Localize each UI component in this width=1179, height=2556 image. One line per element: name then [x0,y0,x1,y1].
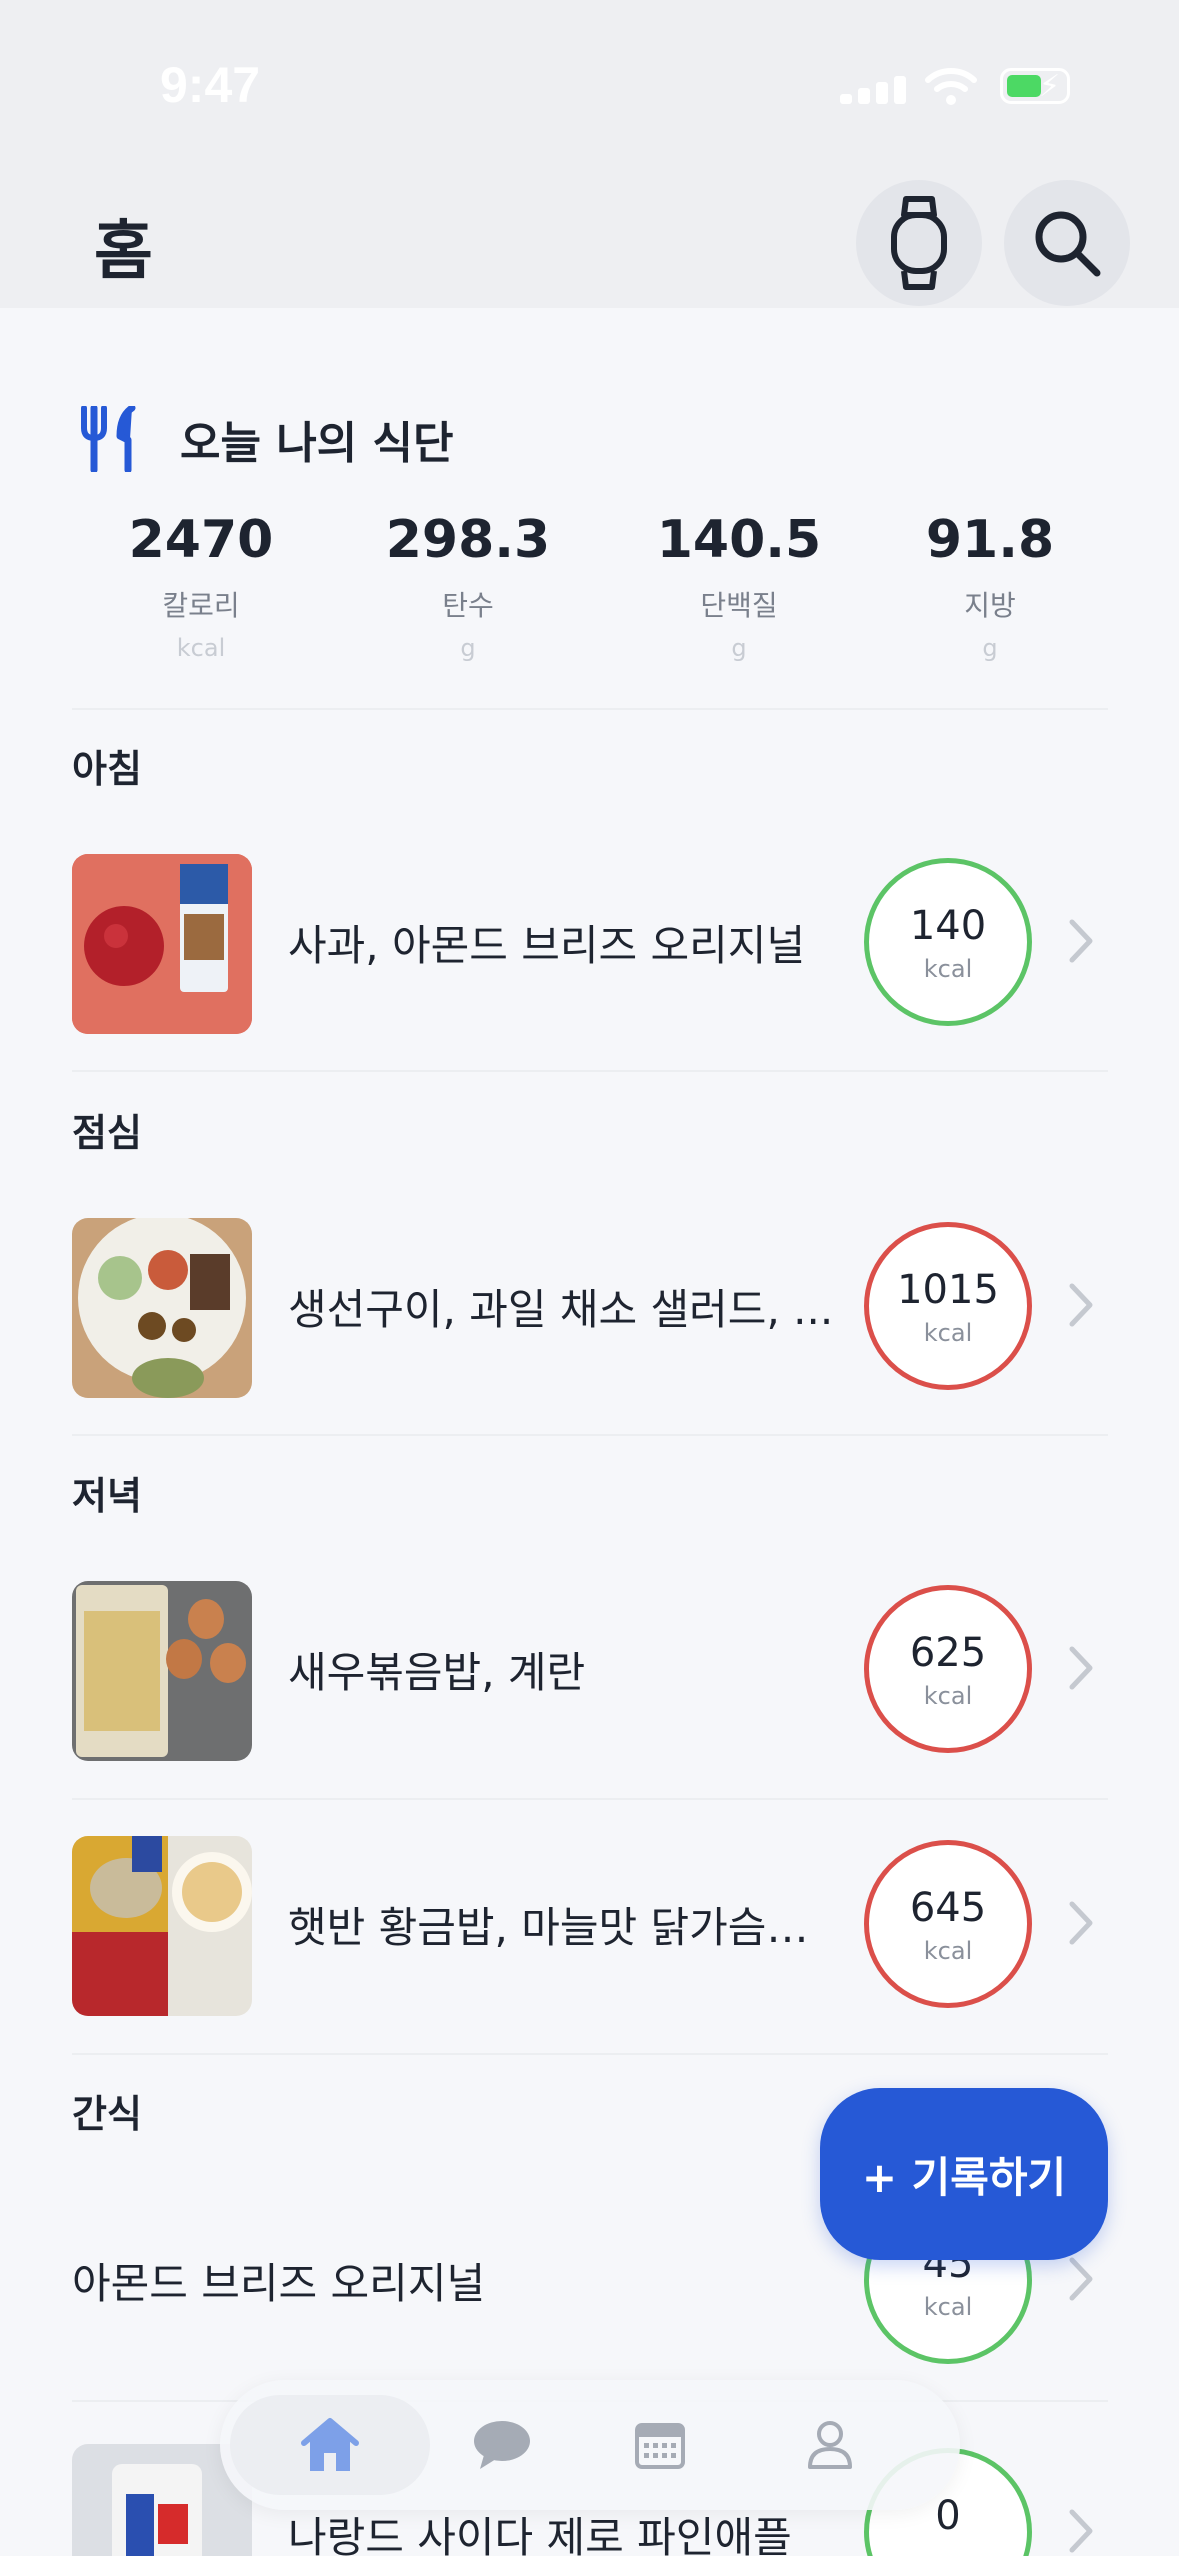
calendar-icon [635,2423,685,2469]
kcal-unit: kcal [923,2293,973,2321]
stat-unit: kcal [176,634,226,662]
divider [72,2053,1108,2055]
meal-heading-dinner: 저녁 [72,1474,142,1518]
meal-name: 사과, 아몬드 브리즈 오리지널 [288,921,806,970]
stat-value: 91.8 [925,510,1055,570]
search-button[interactable] [1004,180,1130,306]
tab-chat[interactable] [452,2395,552,2495]
kcal-ring: 140 kcal [864,858,1032,1026]
meal-photo [72,1836,252,2016]
meal-photo [72,854,252,1034]
summary-header: 오늘 나의 식단 [80,404,454,474]
home-icon [301,2418,359,2471]
meal-row-dinner-1[interactable]: 새우볶음밥, 계란 625 kcal [0,1581,1179,1761]
chevron-right-icon [1069,2257,1093,2301]
summary-title: 오늘 나의 식단 [180,418,454,469]
stat-label: 칼로리 [162,589,240,622]
divider [72,1070,1108,1072]
tab-home[interactable] [230,2395,430,2495]
chevron-right-icon [1069,1283,1093,1327]
chat-icon [474,2421,530,2469]
add-record-button[interactable]: + 기록하기 [820,2088,1108,2260]
divider [72,1434,1108,1436]
kcal-ring: 645 kcal [864,1840,1032,2008]
meal-row-lunch-1[interactable]: 생선구이, 과일 채소 샐러드, ... 1015 kcal [0,1218,1179,1398]
stat-calories: 2470 칼로리 kcal [101,510,301,662]
kcal-ring: 1015 kcal [864,1222,1032,1390]
stat-label: 단백질 [700,589,778,622]
chevron-right-icon [1069,1901,1093,1945]
meal-name: 생선구이, 과일 채소 샐러드, ... [288,1285,834,1334]
utensils-icon [81,406,136,472]
bottom-tab-bar [220,2380,960,2510]
meal-row-dinner-2[interactable]: 햇반 황금밥, 마늘맛 닭가슴… 645 kcal [0,1836,1179,2016]
tab-profile[interactable] [780,2395,880,2495]
meal-row-breakfast-1[interactable]: 사과, 아몬드 브리즈 오리지널 140 kcal [0,854,1179,1034]
top-header: 9:47 ⚡ 홈 [0,0,1179,308]
kcal-value: 140 [909,903,987,949]
divider [72,708,1108,710]
stat-value: 140.5 [656,510,822,570]
stat-label: 탄수 [442,589,494,622]
signal-icon [840,70,906,104]
meal-name: 햇반 황금밥, 마늘맛 닭가슴… [288,1903,809,1952]
chevron-right-icon [1069,919,1093,963]
meal-heading-snack: 간식 [72,2092,142,2136]
stat-carbs: 298.3 탄수 g [368,510,568,662]
wifi-icon [925,68,977,105]
chevron-right-icon [1069,2509,1093,2553]
meal-name: 새우볶음밥, 계란 [288,1648,586,1697]
kcal-unit: kcal [923,1682,973,1710]
kcal-unit: kcal [923,1319,973,1347]
status-icons: ⚡ [840,62,1080,112]
kcal-ring: 625 kcal [864,1585,1032,1753]
meal-photo [72,1581,252,1761]
divider [72,1798,1108,1800]
chevron-right-icon [1069,1646,1093,1690]
stat-label: 지방 [964,589,1016,622]
kcal-unit: kcal [923,1937,973,1965]
kcal-value: 645 [909,1885,987,1931]
search-icon [1035,211,1101,277]
meal-heading-lunch: 점심 [72,1111,142,1155]
profile-icon [808,2421,852,2469]
stat-unit: g [982,634,998,662]
status-time: 9:47 [160,57,261,113]
meal-photo [72,1218,252,1398]
stat-value: 2470 [128,510,274,570]
tab-calendar[interactable] [610,2395,710,2495]
stat-fat: 91.8 지방 g [890,510,1090,662]
kcal-value: 625 [909,1630,987,1676]
meal-name: 아몬드 브리즈 오리지널 [72,2259,486,2308]
stat-unit: g [731,634,747,662]
stat-protein: 140.5 단백질 g [639,510,839,662]
kcal-unit: kcal [923,955,973,983]
kcal-value: 1015 [897,1267,999,1313]
battery-icon: ⚡ [1000,68,1070,104]
watch-button[interactable] [856,180,982,306]
meal-name: 나랑드 사이다 제로 파인애플 [288,2513,792,2556]
smartwatch-icon [891,196,947,290]
stat-unit: g [460,634,476,662]
page-title: 홈 [94,215,153,289]
meal-heading-breakfast: 아침 [72,747,142,791]
stat-value: 298.3 [385,510,551,570]
